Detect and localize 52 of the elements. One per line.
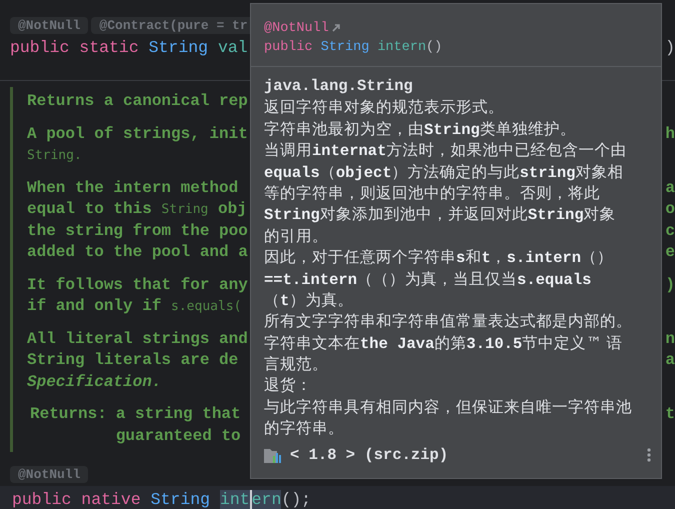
code-line: public static String val — [10, 37, 248, 59]
doc-line: added to the pool and a — [27, 242, 248, 263]
annotation-hint: @NotNull — [10, 16, 88, 34]
doc-line: String literals are de — [27, 350, 238, 371]
doc-fragment: n — [664, 328, 675, 350]
doc-text: 等的字符串，则返回池中的字符串。否则，将此 — [264, 182, 601, 204]
doc-text: String对象添加到池中，并返回对此String对象 — [264, 204, 617, 226]
arrow-icon — [330, 23, 341, 33]
doc-text: 的引用。 — [264, 226, 329, 247]
doc-line: All literal strings and — [27, 328, 248, 350]
code-line: public native String int ern(); — [12, 489, 312, 509]
doc-text: 的字符串。 — [264, 418, 345, 440]
doc-line: Returns a canonical rep — [27, 91, 248, 112]
doc-text: 所有文字字符串和字符串值常量表达式都是内部的。 — [264, 311, 633, 332]
returns-label: Returns: — [30, 404, 107, 425]
doc-text: 言规范。 — [264, 354, 329, 376]
code-fragment: ) — [664, 37, 675, 59]
annotation-hint: @NotNull — [10, 466, 88, 482]
doc-text: 返回字符串对象的规范表示形式。 — [264, 97, 505, 118]
doc-fragment: t — [664, 404, 675, 425]
doc-line: a string that — [116, 404, 241, 425]
doc-line: Specification. — [27, 372, 162, 392]
doc-text: 因此，对于任意两个字符串s和t，s.intern（） — [264, 247, 614, 269]
doc-text: 退货： — [264, 375, 313, 396]
doc-fragment: a — [664, 178, 675, 198]
doc-line: When the intern method — [27, 178, 238, 198]
doc-text: 当调用internat方法时，如果池中已经包含一个由 — [264, 140, 628, 162]
doc-line: if and only if s.equals( — [27, 296, 242, 317]
more-icon[interactable] — [647, 448, 651, 462]
doc-text: ==t.intern（（）为真，当且仅当s.equals — [264, 268, 592, 290]
doc-text: （t）为真。 — [264, 290, 354, 312]
doc-fragment: ) — [664, 274, 675, 296]
doc-line: A pool of strings, init — [27, 124, 248, 144]
doc-fragment: o — [664, 199, 675, 220]
doc-fragment: e — [664, 242, 675, 263]
method-signature: public String intern() — [264, 39, 444, 57]
class-name: java.lang.String — [264, 76, 414, 97]
doc-text: 字符串文本在the Java的第3.10.5节中定义™ 语 — [264, 332, 624, 354]
doc-text: 与此字符串具有相同内容，但保证来自唯一字符串池 — [264, 396, 633, 418]
annotation-link[interactable]: @NotNull — [264, 20, 329, 36]
doc-line: String. — [27, 147, 82, 165]
doc-fragment: h — [664, 124, 675, 144]
library-icon — [264, 446, 282, 463]
doc-text: 字符串池最初为空，由String类单独维护。 — [264, 118, 577, 140]
doc-line: guaranteed to — [116, 426, 241, 446]
doc-line: It follows that for any — [27, 274, 248, 296]
doc-line: the string from the poo — [27, 220, 248, 242]
doc-text: equals（object）方法确定的与此string对象相 — [264, 162, 624, 183]
doc-fragment: c — [664, 220, 675, 242]
doc-fragment: a — [664, 350, 675, 371]
doc-line: equal to this String obj — [27, 199, 247, 220]
source-label: < 1.8 > (src.zip) — [290, 446, 448, 464]
